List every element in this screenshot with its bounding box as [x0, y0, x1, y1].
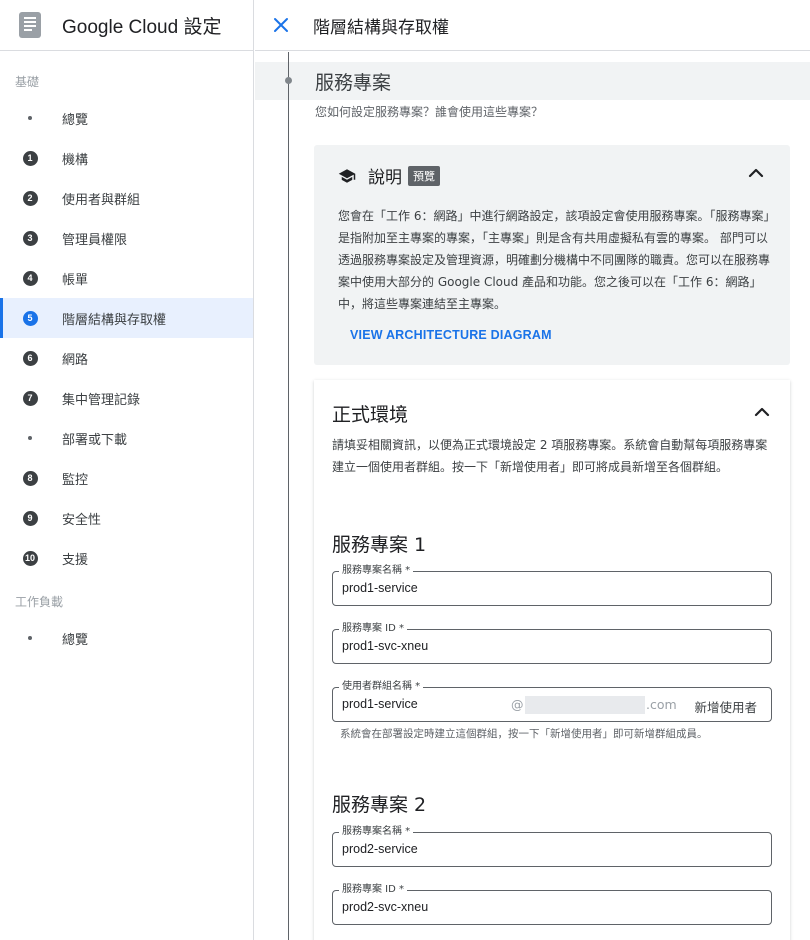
sidebar-item-label: 集中管理記錄 — [62, 392, 141, 408]
sidebar-item-label: 總覽 — [62, 632, 89, 648]
sidebar-item-admin-access[interactable]: 3 管理員權限 — [0, 218, 253, 258]
step-number-badge: 4 — [22, 270, 38, 286]
sidebar: Google Cloud 設定 基礎 總覽 1 機構 2 使用者與群組 3 管理… — [0, 0, 254, 940]
service-1-name-field[interactable]: 服務專案名稱 * prod1-service — [332, 564, 772, 606]
production-card: 正式環境 請填妥相關資訊，以便為正式環境設定 2 項服務專案。系統會自動幫每項服… — [314, 380, 790, 940]
service-2-name-field[interactable]: 服務專案名稱 * prod2-service — [332, 825, 772, 867]
redacted-domain — [525, 696, 645, 714]
sidebar-item-security[interactable]: 9 安全性 — [0, 498, 253, 538]
sidebar-header: Google Cloud 設定 — [0, 0, 253, 51]
sidebar-section-foundation: 基礎 — [15, 75, 40, 89]
step-number-badge: 8 — [22, 470, 38, 486]
field-value: prod1-service — [342, 697, 418, 711]
step-indicator-dot — [285, 77, 292, 84]
production-description: 請填妥相關資訊，以便為正式環境設定 2 項服務專案。系統會自動幫每項服務專案建立… — [332, 438, 768, 474]
service-1-id-field[interactable]: 服務專案 ID * prod1-svc-xneu — [332, 622, 772, 664]
preview-badge: 預覽 — [408, 165, 440, 186]
sidebar-item-label: 總覽 — [62, 112, 89, 128]
step-number-badge: 5 — [22, 310, 38, 326]
field-label: 服務專案 ID * — [339, 883, 408, 896]
app-title: Google Cloud 設定 — [62, 16, 222, 38]
field-value: prod2-service — [342, 842, 418, 856]
sidebar-item-deploy-download[interactable]: 部署或下載 — [0, 418, 253, 458]
sidebar-item-label: 帳單 — [62, 272, 89, 288]
bullet-icon — [28, 116, 32, 120]
sidebar-item-label: 支援 — [62, 552, 89, 568]
step-title: 服務專案 — [315, 72, 392, 94]
page-title: 階層結構與存取權 — [313, 17, 449, 38]
step-number-badge: 3 — [22, 230, 38, 246]
explanation-card: 說明 預覽 您會在「工作 6：網路」中進行網路設定，該項設定會使用服務專案。「服… — [314, 145, 790, 365]
field-label: 服務專案名稱 * — [339, 825, 414, 838]
service-1-group-field[interactable]: 使用者群組名稱 * prod1-service @ .com 新增使用者 — [332, 680, 772, 722]
sidebar-section-workloads: 工作負載 — [15, 595, 64, 609]
field-value: prod1-service — [342, 581, 418, 595]
explanation-body: 您會在「工作 6：網路」中進行網路設定，該項設定會使用服務專案。「服務專案」是指… — [338, 209, 771, 311]
service-project-1-heading: 服務專案 1 — [332, 534, 427, 556]
chevron-up-icon[interactable] — [752, 402, 772, 422]
group-field-hint: 系統會在部署設定時建立這個群組，按一下「新增使用者」即可新增群組成員。 — [340, 728, 708, 740]
sidebar-item-label: 管理員權限 — [62, 232, 128, 248]
step-number-badge: 9 — [22, 510, 38, 526]
sidebar-item-logging[interactable]: 7 集中管理記錄 — [0, 378, 253, 418]
sidebar-item-networking[interactable]: 6 網路 — [0, 338, 253, 378]
step-number-badge: 10 — [22, 550, 38, 566]
step-number-badge: 6 — [22, 350, 38, 366]
chevron-up-icon[interactable] — [746, 163, 766, 183]
sidebar-item-label: 網路 — [62, 352, 89, 368]
explanation-title: 說明 — [368, 168, 402, 188]
sidebar-item-organization[interactable]: 1 機構 — [0, 138, 253, 178]
add-user-button[interactable]: 新增使用者 — [694, 697, 757, 716]
service-project-2-heading: 服務專案 2 — [332, 794, 427, 816]
explanation-header[interactable]: 說明 預覽 — [338, 163, 440, 188]
sidebar-item-users-groups[interactable]: 2 使用者與群組 — [0, 178, 253, 218]
service-2-id-field[interactable]: 服務專案 ID * prod2-svc-xneu — [332, 883, 772, 925]
step-number-badge: 2 — [22, 190, 38, 206]
close-button[interactable] — [255, 0, 307, 51]
bullet-icon — [28, 436, 32, 440]
stepper-line — [288, 52, 289, 940]
sidebar-item-label: 安全性 — [62, 512, 102, 528]
field-label: 使用者群組名稱 * — [339, 680, 424, 693]
sidebar-item-label: 階層結構與存取權 — [62, 312, 167, 328]
group-domain-suffix: .com — [646, 697, 677, 712]
app-logo-icon — [18, 11, 42, 39]
graduation-cap-icon — [338, 168, 356, 183]
sidebar-item-label: 機構 — [62, 152, 89, 168]
sidebar-item-hierarchy-access[interactable]: 5 階層結構與存取權 — [0, 298, 253, 338]
sidebar-item-support[interactable]: 10 支援 — [0, 538, 253, 578]
sidebar-item-label: 部署或下載 — [62, 432, 128, 448]
production-title: 正式環境 — [332, 404, 409, 426]
field-label: 服務專案 ID * — [339, 622, 408, 635]
field-value: prod2-svc-xneu — [342, 900, 429, 914]
step-subtitle: 您如何設定服務專案？誰會使用這些專案？ — [315, 105, 544, 119]
sidebar-item-overview[interactable]: 總覽 — [0, 98, 253, 138]
field-value: prod1-svc-xneu — [342, 639, 429, 653]
main-content: 服務專案 您如何設定服務專案？誰會使用這些專案？ 說明 預覽 您會在「工作 6：… — [255, 52, 810, 940]
view-architecture-diagram-link[interactable]: VIEW ARCHITECTURE DIAGRAM — [350, 328, 552, 342]
sidebar-item-monitoring[interactable]: 8 監控 — [0, 458, 253, 498]
sidebar-item-billing[interactable]: 4 帳單 — [0, 258, 253, 298]
sidebar-item-workloads-overview[interactable]: 總覽 — [0, 618, 253, 658]
step-number-badge: 1 — [22, 150, 38, 166]
group-domain-at: @ — [511, 697, 524, 712]
sidebar-item-label: 監控 — [62, 472, 89, 488]
close-icon — [274, 18, 288, 32]
field-label: 服務專案名稱 * — [339, 564, 414, 577]
bullet-icon — [28, 636, 32, 640]
sidebar-item-label: 使用者與群組 — [62, 192, 141, 208]
step-number-badge: 7 — [22, 390, 38, 406]
top-bar: 階層結構與存取權 — [255, 0, 810, 51]
